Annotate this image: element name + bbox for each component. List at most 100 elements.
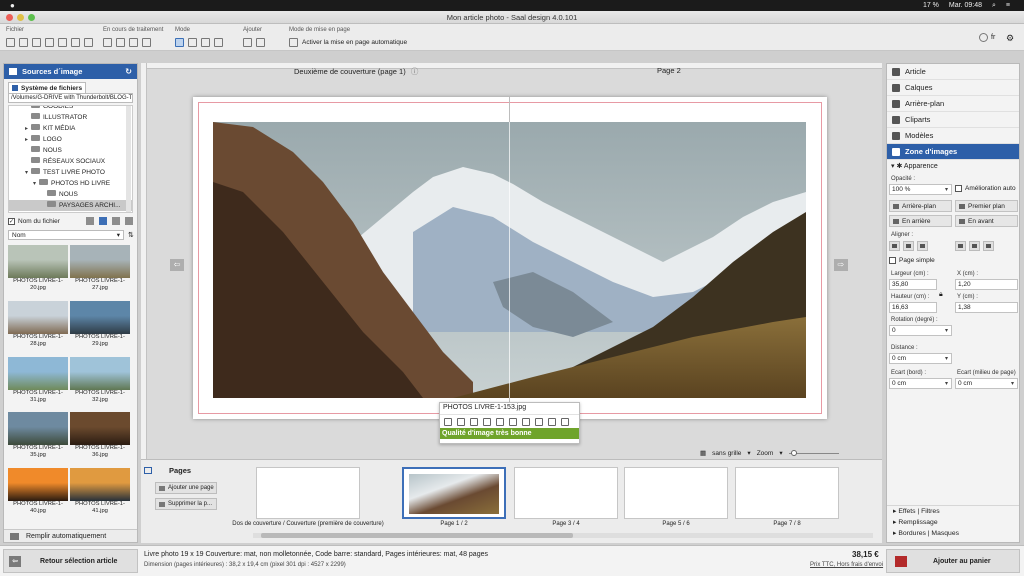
panel-nav-item[interactable]: Cliparts xyxy=(887,112,1019,128)
folder-tree-item[interactable]: NOUS xyxy=(9,145,132,156)
zoom-window-button[interactable] xyxy=(28,14,35,21)
opacity-select[interactable]: 100 % xyxy=(889,184,952,195)
distance-select[interactable]: 0 cm xyxy=(889,353,952,364)
folder-tree-item[interactable]: ▸ LOGO xyxy=(9,134,132,145)
page-spread[interactable] xyxy=(193,97,827,419)
width-field[interactable]: 35,80 xyxy=(889,279,937,290)
zoom-out-icon[interactable] xyxy=(457,417,465,426)
auto-enhance-checkbox[interactable] xyxy=(955,185,962,192)
folder-tree-item[interactable]: ILLUSTRATOR xyxy=(9,112,132,123)
single-page-option[interactable]: Page simple xyxy=(889,257,935,264)
next-page-arrow-icon[interactable]: ⇨ xyxy=(834,259,848,271)
auto-layout-label[interactable]: Activer la mise en page automatique xyxy=(302,39,407,46)
share-icon[interactable] xyxy=(84,38,93,47)
canvas-area[interactable]: Deuxième de couverture (page 1) ⓘ Page 2… xyxy=(141,63,882,459)
tree-scrollbar[interactable] xyxy=(126,106,131,212)
image-thumbnail[interactable]: PHOTOS LIVRE-1-32.jpg xyxy=(70,356,130,411)
zoom-slider[interactable] xyxy=(788,449,839,456)
language-switch[interactable]: fr xyxy=(979,33,995,42)
folder-tree-item[interactable]: RÉSEAUX SOCIAUX xyxy=(9,156,132,167)
paste-icon[interactable] xyxy=(142,38,151,47)
send-to-background-button[interactable]: Arrière-plan xyxy=(889,200,952,212)
print-icon[interactable] xyxy=(71,38,80,47)
fill-section[interactable]: ▸ Remplissage xyxy=(887,517,1019,528)
back-to-article-button[interactable]: ⇦ Retour sélection article xyxy=(3,549,138,573)
lock-ratio-icon[interactable]: 🔒︎ xyxy=(939,291,943,299)
view-medium-icon[interactable] xyxy=(99,217,107,225)
folder-path[interactable]: /Volumes/G-DRIVE with Thunderbolt/BLOG-T… xyxy=(8,93,133,103)
settings-gear-icon[interactable]: ⚙ xyxy=(1006,33,1014,44)
image-thumbnail[interactable]: PHOTOS LIVRE-1-27.jpg xyxy=(70,245,130,299)
pages-scrollbar[interactable] xyxy=(253,533,873,538)
price-note-link[interactable]: Prix TTC, Hors frais d'envoi xyxy=(810,562,883,568)
align-top-icon[interactable] xyxy=(889,241,900,251)
fit-icon[interactable] xyxy=(483,417,491,426)
height-field[interactable]: 16,63 xyxy=(889,302,937,313)
page-thumbnail[interactable] xyxy=(256,467,360,519)
export-icon[interactable] xyxy=(58,38,67,47)
align-left-icon[interactable] xyxy=(955,241,966,251)
auto-enhance-option[interactable]: Amélioration auto xyxy=(955,185,1016,192)
add-page-button[interactable]: Ajouter une page xyxy=(155,482,217,494)
save-as-icon[interactable] xyxy=(45,38,54,47)
image-thumbnail[interactable]: PHOTOS LIVRE-1-40.jpg xyxy=(8,468,68,522)
align-center-icon[interactable] xyxy=(969,241,980,251)
align-bottom-icon[interactable] xyxy=(917,241,928,251)
panel-nav-item[interactable]: Modèles xyxy=(887,128,1019,144)
thumbnail-image[interactable] xyxy=(70,245,130,278)
panel-nav-item[interactable]: Zone d'images xyxy=(887,144,1019,160)
new-file-icon[interactable] xyxy=(6,38,15,47)
image-thumbnail[interactable]: PHOTOS LIVRE-1-29.jpg xyxy=(70,300,130,355)
minimize-window-button[interactable] xyxy=(17,14,24,21)
thumbnail-image[interactable] xyxy=(70,356,130,390)
zoom-select[interactable]: Zoom xyxy=(757,450,774,457)
image-thumbnail[interactable]: PHOTOS LIVRE-1-41.jpg xyxy=(70,468,130,522)
view-list-icon[interactable] xyxy=(125,217,133,225)
align-middle-icon[interactable] xyxy=(903,241,914,251)
delete-page-button[interactable]: Supprimer la p... xyxy=(155,498,217,510)
zoom-tool-icon[interactable] xyxy=(201,38,210,47)
redo-icon[interactable] xyxy=(116,38,125,47)
panel-nav-item[interactable]: Article xyxy=(887,64,1019,80)
single-page-checkbox[interactable] xyxy=(889,257,896,264)
apple-icon[interactable]: ● xyxy=(10,1,15,10)
folder-tree-item[interactable]: PAYSAGES ARCHI... xyxy=(9,200,132,211)
zoom-in-icon[interactable] xyxy=(444,417,452,426)
thumbnail-image[interactable] xyxy=(8,245,68,278)
zoom-slider-handle[interactable] xyxy=(790,449,797,456)
thumbnail-image[interactable] xyxy=(70,412,130,446)
bring-to-foreground-button[interactable]: Premier plan xyxy=(955,200,1018,212)
add-image-box-icon[interactable] xyxy=(243,38,252,47)
add-to-cart-button[interactable]: Ajouter au panier xyxy=(886,549,1020,573)
rotation-select[interactable]: 0 xyxy=(889,325,952,336)
bring-forward-button[interactable]: En avant xyxy=(955,215,1018,227)
battery-text[interactable]: 17 % xyxy=(923,2,939,9)
image-thumbnail[interactable]: PHOTOS LIVRE-1-20.jpg xyxy=(8,245,68,299)
close-window-button[interactable] xyxy=(6,14,13,21)
rotate-icon[interactable] xyxy=(522,417,530,426)
view-large-icon[interactable] xyxy=(86,217,94,225)
image-thumbnail[interactable]: PHOTOS LIVRE-1-35.jpg xyxy=(8,412,68,466)
send-backward-button[interactable]: En arrière xyxy=(889,215,952,227)
appearance-section[interactable]: ▾ ✱ Apparence xyxy=(887,160,1019,171)
undo-icon[interactable] xyxy=(103,38,112,47)
add-text-box-icon[interactable] xyxy=(256,38,265,47)
thumbnail-image[interactable] xyxy=(70,468,130,502)
x-field[interactable]: 1,20 xyxy=(955,279,1018,290)
thumbnail-image[interactable] xyxy=(8,412,68,446)
crop-icon[interactable] xyxy=(535,417,543,426)
tab-file-system[interactable]: Système de fichiers xyxy=(8,82,86,93)
menu-list-icon[interactable]: ≡ xyxy=(1006,2,1010,9)
view-small-icon[interactable] xyxy=(112,217,120,225)
thumbnail-image[interactable] xyxy=(8,356,68,390)
gap-edge-select[interactable]: 0 cm xyxy=(889,378,952,389)
image-thumbnail[interactable]: PHOTOS LIVRE-1-36.jpg xyxy=(70,412,130,466)
page-thumbnail[interactable] xyxy=(514,467,618,519)
select-tool-icon[interactable] xyxy=(175,38,184,47)
folder-tree-item[interactable]: GOODIES xyxy=(9,106,132,112)
flip-horizontal-icon[interactable] xyxy=(496,417,504,426)
sort-direction-icon[interactable]: ⇅ xyxy=(128,231,134,239)
show-filename-checkbox[interactable]: ✓ xyxy=(8,217,15,225)
move-icon[interactable] xyxy=(470,417,478,426)
search-icon[interactable]: ⌕ xyxy=(992,2,996,10)
